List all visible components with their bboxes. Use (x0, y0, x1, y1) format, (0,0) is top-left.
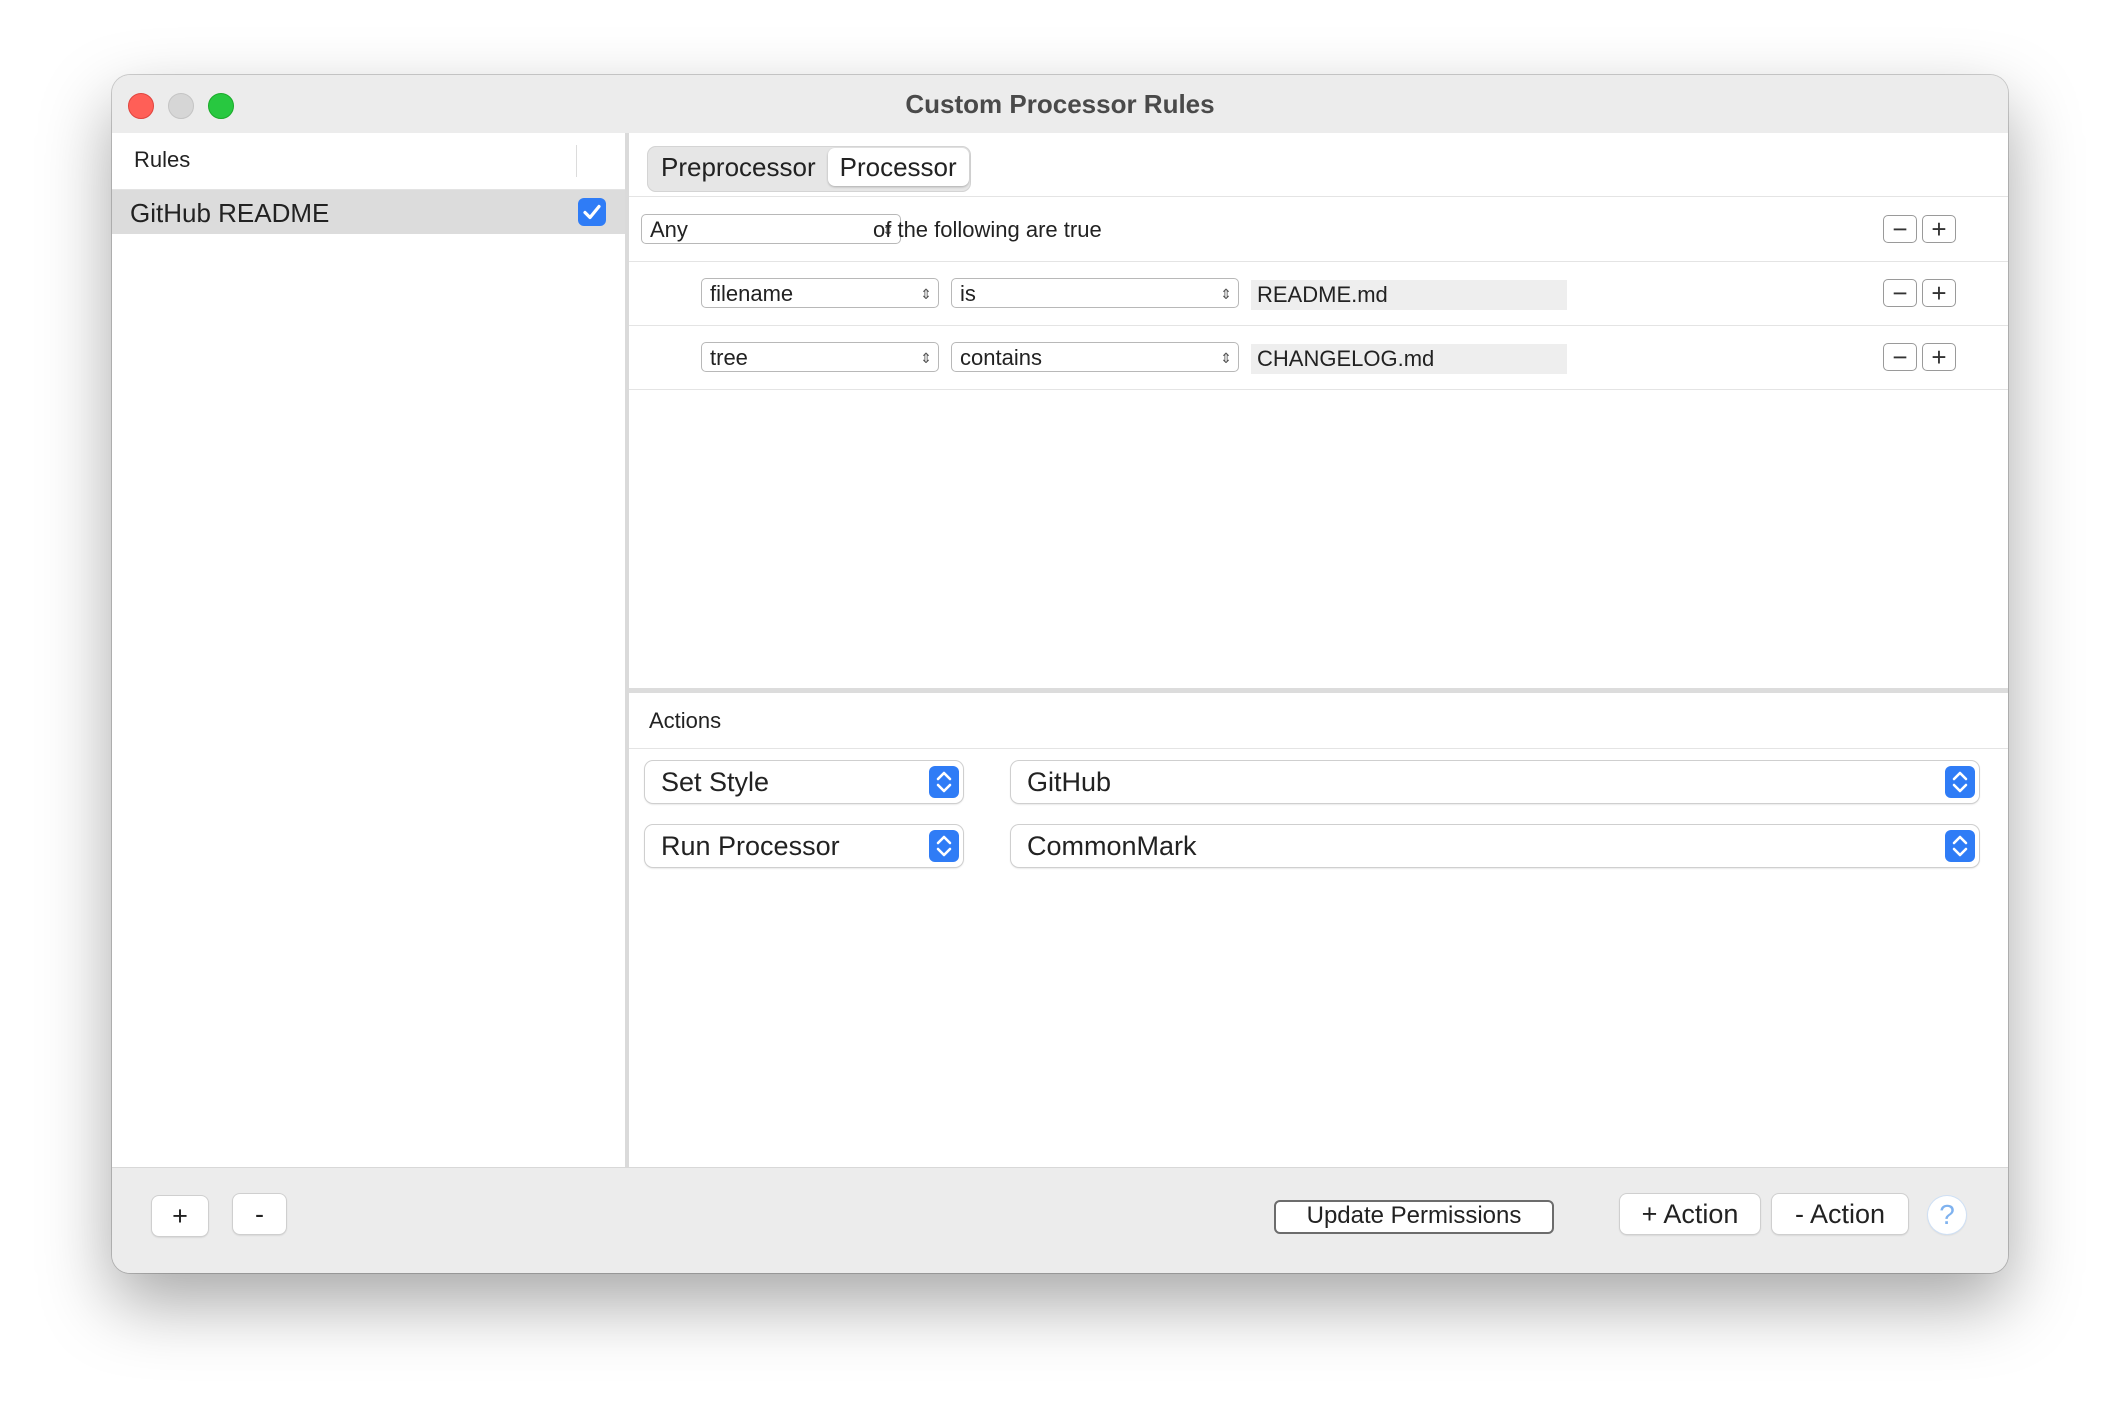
chevron-up-down-icon: ⇕ (1220, 350, 1232, 366)
predicate-value-field[interactable]: CHANGELOG.md (1251, 344, 1567, 374)
predicate-match-row: Any ⇕ of the following are true − + (629, 197, 2008, 262)
add-predicate-button[interactable]: + (1922, 343, 1956, 371)
rule-enabled-checkbox[interactable] (578, 198, 606, 226)
action-type-value: Set Style (661, 767, 770, 797)
remove-predicate-button[interactable]: − (1883, 279, 1917, 307)
remove-action-button[interactable]: - Action (1772, 1194, 1908, 1234)
predicate-operator-value: contains (960, 345, 1042, 370)
column-divider[interactable] (576, 145, 577, 177)
remove-predicate-button[interactable]: − (1883, 343, 1917, 371)
match-type-value: Any (650, 217, 688, 242)
chevron-up-down-icon (929, 830, 959, 862)
action-value: CommonMark (1027, 831, 1197, 861)
action-type-popup[interactable]: Set Style (645, 761, 963, 803)
actions-column-header: Actions (629, 693, 2008, 749)
match-suffix-label: of the following are true (873, 217, 1102, 242)
actions-header-label: Actions (649, 708, 722, 733)
bottom-toolbar: + - Update Permissions + Action - Action… (112, 1167, 2008, 1273)
rules-header-label: Rules (134, 147, 191, 172)
add-predicate-button[interactable]: + (1922, 279, 1956, 307)
remove-rule-button[interactable]: - (233, 1194, 286, 1234)
predicate-field-value: filename (710, 281, 794, 306)
action-type-popup[interactable]: Run Processor (645, 825, 963, 867)
tab-processor[interactable]: Processor (827, 148, 969, 186)
chevron-up-down-icon (1945, 766, 1975, 798)
chevron-up-down-icon: ⇕ (1220, 286, 1232, 302)
predicate-operator-value: is (960, 281, 976, 306)
help-button[interactable]: ? (1928, 1196, 1966, 1234)
predicate-field-value: tree (710, 345, 748, 370)
action-type-value: Run Processor (661, 831, 840, 861)
action-value-popup[interactable]: GitHub (1011, 761, 1979, 803)
title-bar: Custom Processor Rules (112, 75, 2008, 133)
checkmark-icon (583, 204, 601, 220)
window-title: Custom Processor Rules (905, 89, 1215, 119)
action-value-popup[interactable]: CommonMark (1011, 825, 1979, 867)
predicate-row: filename ⇕ is ⇕ README.md − + (629, 261, 2008, 326)
chevron-up-down-icon: ⇕ (920, 286, 932, 302)
add-action-button[interactable]: + Action (1620, 1194, 1760, 1234)
predicate-operator-popup[interactable]: is ⇕ (951, 278, 1239, 308)
predicate-editor: Any ⇕ of the following are true − + file… (629, 196, 2008, 749)
remove-predicate-button[interactable]: − (1883, 215, 1917, 243)
question-mark-icon: ? (1939, 1199, 1955, 1230)
tab-preprocessor[interactable]: Preprocessor (649, 148, 828, 186)
predicate-field-popup[interactable]: tree ⇕ (701, 342, 939, 372)
rule-editor: Preprocessor Processor Any ⇕ of the foll… (629, 133, 2008, 1167)
processor-tab-control: Preprocessor Processor (647, 146, 971, 192)
rules-column-header: Rules (112, 133, 625, 190)
rules-sidebar: Rules GitHub README (112, 133, 629, 1167)
chevron-up-down-icon (929, 766, 959, 798)
update-permissions-button[interactable]: Update Permissions (1274, 1200, 1554, 1234)
action-value: GitHub (1027, 767, 1112, 797)
chevron-up-down-icon: ⇕ (920, 350, 932, 366)
custom-processor-rules-window: Custom Processor Rules Rules GitHub READ… (112, 75, 2008, 1273)
predicate-field-popup[interactable]: filename ⇕ (701, 278, 939, 308)
predicate-row: tree ⇕ contains ⇕ CHANGELOG.md − + (629, 325, 2008, 390)
chevron-up-down-icon (1945, 830, 1975, 862)
actions-panel: Actions Set Style GitHub Run Processor C… (629, 693, 2008, 1167)
add-predicate-button[interactable]: + (1922, 215, 1956, 243)
predicate-value-field[interactable]: README.md (1251, 280, 1567, 310)
add-rule-button[interactable]: + (152, 1196, 208, 1236)
rule-label: GitHub README (130, 198, 330, 228)
match-type-popup[interactable]: Any ⇕ (641, 214, 901, 244)
predicate-operator-popup[interactable]: contains ⇕ (951, 342, 1239, 372)
rule-row-github-readme[interactable]: GitHub README (112, 190, 625, 234)
